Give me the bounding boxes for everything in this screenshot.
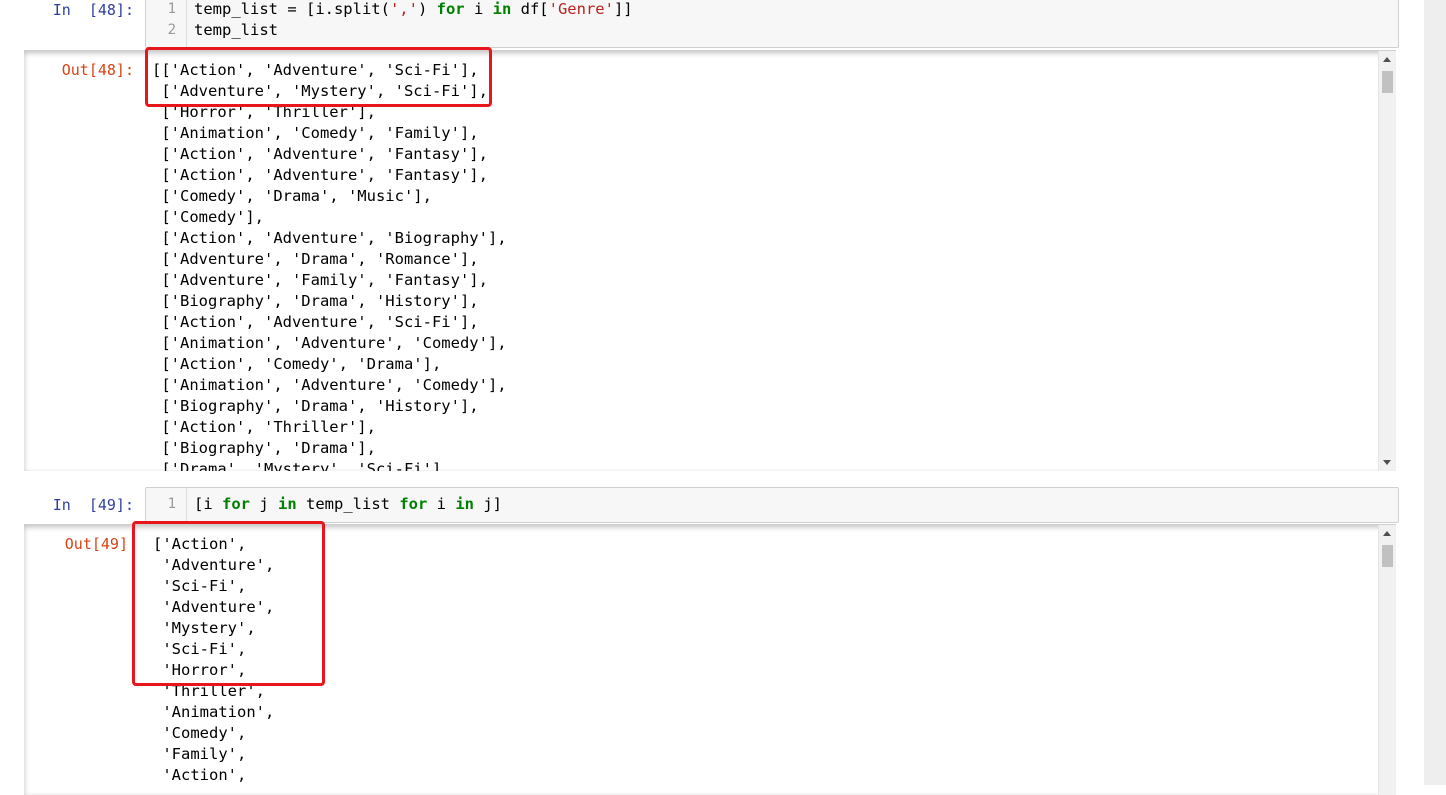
scrollbar-thumb[interactable] bbox=[1382, 545, 1393, 567]
code-line: [i for j in temp_list for i in j] bbox=[194, 494, 502, 515]
output-text: [['Action', 'Adventure', 'Sci-Fi'], ['Ad… bbox=[152, 60, 507, 471]
output-line: ['Comedy', 'Drama', 'Music'], bbox=[152, 187, 432, 205]
output-scrollbar[interactable] bbox=[1378, 51, 1396, 471]
output-line: ['Animation', 'Adventure', 'Comedy'], bbox=[152, 376, 507, 394]
output-line: ['Animation', 'Adventure', 'Comedy'], bbox=[152, 334, 507, 352]
page-right-gutter bbox=[1424, 0, 1446, 785]
output-line: ['Action', 'Adventure', 'Fantasy'], bbox=[152, 166, 488, 184]
code-token: for bbox=[399, 495, 428, 513]
code-token: temp_list bbox=[296, 495, 400, 513]
code-token: j bbox=[250, 495, 278, 513]
output-line: ['Biography', 'Drama', 'History'], bbox=[152, 292, 479, 310]
output-area[interactable]: Out[48]: [['Action', 'Adventure', 'Sci-F… bbox=[24, 50, 1396, 471]
output-line: 'Animation', bbox=[153, 703, 275, 721]
code-token: j] bbox=[474, 495, 502, 513]
code-token: in bbox=[455, 495, 474, 513]
code-token: for bbox=[436, 0, 465, 18]
output-line: 'Comedy', bbox=[153, 724, 247, 742]
code-token: ]] bbox=[613, 0, 633, 18]
code-token: temp_list bbox=[194, 21, 278, 39]
line-number: 1 bbox=[167, 496, 176, 512]
line-number: 2 bbox=[167, 22, 176, 38]
code-token: in bbox=[278, 495, 297, 513]
code-token: temp_list = [i.split( bbox=[194, 0, 390, 18]
code-editor[interactable]: 1 temp_list = [i.split(',') for i in df['… bbox=[145, 0, 1399, 48]
scroll-up-arrow-icon[interactable] bbox=[1383, 531, 1391, 536]
notebook-column: In [48]: 1 temp_list = [i.split(',') for … bbox=[24, 0, 1399, 795]
code-token: ',' bbox=[389, 0, 418, 18]
output-line: ['Adventure', 'Drama', 'Romance'], bbox=[152, 250, 479, 268]
code-token: i bbox=[464, 0, 493, 18]
output-line: ['Biography', 'Drama', 'History'], bbox=[152, 397, 479, 415]
output-line: ['Action', 'Adventure', 'Sci-Fi'], bbox=[152, 313, 479, 331]
code-token: i bbox=[427, 495, 456, 513]
output-line: ['Action', 'Adventure', 'Biography'], bbox=[152, 229, 507, 247]
code-editor[interactable]: 1 [i for j in temp_list for i in j] bbox=[145, 487, 1399, 523]
output-line: 'Family', bbox=[153, 745, 247, 763]
output-line: ['Adventure', 'Family', 'Fantasy'], bbox=[152, 271, 488, 289]
output-line: ['Animation', 'Comedy', 'Family'], bbox=[152, 124, 479, 142]
output-prompt: Out[49] bbox=[64, 535, 128, 553]
scrollbar-thumb[interactable] bbox=[1382, 71, 1393, 93]
code-line: temp_list bbox=[194, 20, 278, 41]
input-prompt: In [48]: bbox=[52, 1, 134, 19]
scroll-down-arrow-icon[interactable] bbox=[1383, 460, 1391, 465]
output-line: ['Action', 'Comedy', 'Drama'], bbox=[152, 355, 442, 373]
code-token: df[ bbox=[511, 0, 549, 18]
output-line: ['Action', 'Thriller'], bbox=[152, 418, 376, 436]
input-prompt: In [49]: bbox=[52, 496, 134, 514]
output-scrollbar[interactable] bbox=[1378, 525, 1396, 795]
output-line: ['Biography', 'Drama'], bbox=[152, 439, 376, 457]
highlight-box-out49 bbox=[132, 521, 325, 686]
output-line: ['Comedy'], bbox=[152, 208, 264, 226]
code-token: ) bbox=[417, 0, 437, 18]
output-line: ['Action', 'Adventure', 'Fantasy'], bbox=[152, 145, 488, 163]
code-line: temp_list = [i.split(',') for i in df['G… bbox=[194, 0, 633, 20]
code-cell-48[interactable]: In [48]: 1 temp_list = [i.split(',') for … bbox=[24, 0, 1399, 475]
output-prompt: Out[48]: bbox=[61, 61, 134, 79]
code-token: 'Genre' bbox=[548, 0, 614, 18]
highlight-box-out48 bbox=[145, 47, 492, 107]
output-line: ['Drama', 'Mystery', 'Sci-Fi'], bbox=[152, 460, 451, 471]
code-token: in bbox=[492, 0, 512, 18]
scroll-up-arrow-icon[interactable] bbox=[1383, 57, 1391, 62]
code-token: [i bbox=[194, 495, 222, 513]
code-token: for bbox=[222, 495, 250, 513]
output-line: 'Action', bbox=[153, 766, 247, 784]
code-cell-49[interactable]: In [49]: 1 [i for j in temp_list for i in… bbox=[24, 487, 1399, 795]
line-number: 1 bbox=[167, 1, 176, 17]
